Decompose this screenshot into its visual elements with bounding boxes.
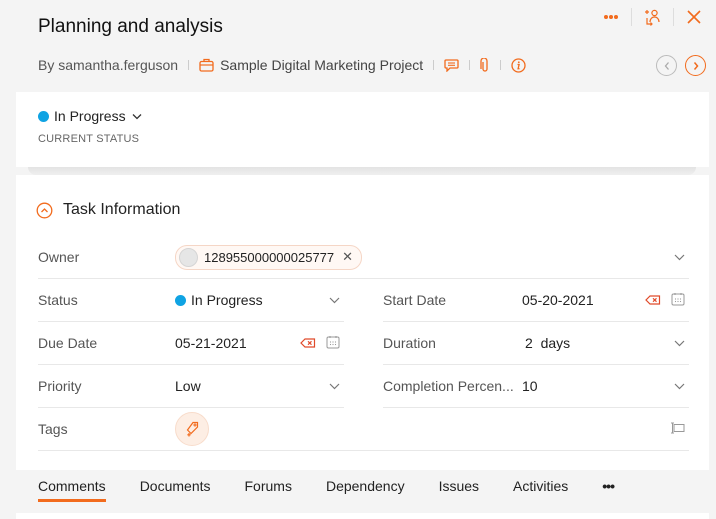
chevron-down-icon [673,251,685,263]
priority-field: Priority Low [38,365,344,408]
priority-value[interactable]: Low [175,378,201,394]
tab-issues[interactable]: Issues [439,478,479,500]
completion-dropdown[interactable] [673,380,685,392]
avatar [179,247,198,267]
status-dot [175,294,186,306]
owner-field: Owner 128955000000025777 ✕ [38,236,689,279]
duration-value[interactable]: 2 days [525,335,570,351]
chevron-down-icon [673,380,685,392]
status-text: In Progress [191,292,263,308]
priority-label: Priority [38,378,82,394]
section-header[interactable]: Task Information [36,201,180,219]
top-actions [603,8,702,26]
chevron-down-icon [673,337,685,349]
start-date-actions [645,292,685,309]
due-date-label: Due Date [38,335,98,351]
tags-edit[interactable] [669,421,685,437]
divider [673,8,674,26]
calendar-icon[interactable] [326,335,340,352]
remove-owner-icon[interactable]: ✕ [342,249,353,265]
current-status-value: In Progress [54,108,126,124]
due-date-actions [300,335,340,352]
status-label: Status [38,292,78,308]
more-icon[interactable] [603,14,619,20]
due-date-field: Due Date 05-21-2021 [38,322,344,365]
card-shadow [28,167,696,175]
owner-chip[interactable]: 128955000000025777 ✕ [175,244,363,270]
completion-label: Completion Percen... [383,378,514,394]
collapse-icon[interactable] [36,202,53,219]
tab-documents[interactable]: Documents [140,478,211,500]
tag-icon [175,412,209,446]
start-date-field: Start Date 05-20-2021 [383,279,689,322]
tab-content-panel [16,513,709,519]
tab-activities[interactable]: Activities [513,478,568,500]
separator [500,60,502,70]
start-date-label: Start Date [383,292,447,308]
info-icon[interactable] [511,57,526,73]
calendar-icon[interactable] [671,292,685,309]
author-label: By samantha.ferguson [38,57,179,73]
task-information-section: Task Information Owner 12895500000002577… [16,175,709,470]
detail-tabs: Comments Documents Forums Dependency Iss… [38,478,648,502]
clear-date-icon[interactable] [645,292,661,308]
project-link[interactable]: Sample Digital Marketing Project [199,57,423,73]
status-card: In Progress CURRENT STATUS [16,92,709,167]
current-status-dropdown[interactable]: In Progress [38,108,143,124]
duration-field: Duration 2 days [383,322,689,365]
add-tag-button[interactable] [175,412,209,446]
due-date-value[interactable]: 05-21-2021 [175,335,247,351]
record-navigation [656,55,706,76]
owner-dropdown[interactable] [673,251,685,263]
tags-field: Tags [38,408,689,451]
status-dropdown[interactable] [328,294,340,306]
tab-more[interactable]: ••• [602,478,615,500]
next-icon[interactable] [685,55,706,76]
owner-label: Owner [38,249,80,265]
chevron-down-icon [328,380,340,392]
prev-icon[interactable] [656,55,677,76]
text-field-icon [669,421,685,437]
status-dot [38,110,49,122]
owner-value[interactable]: 128955000000025777 ✕ [175,244,363,270]
separator [469,60,471,70]
close-icon[interactable] [686,9,702,25]
chevron-down-icon [131,110,143,122]
task-header: Planning and analysis By samantha.fergus… [0,0,716,92]
status-field: Status In Progress [38,279,344,322]
briefcase-icon [199,58,214,72]
owner-id: 128955000000025777 [204,249,335,265]
tags-label: Tags [38,421,68,437]
tab-forums[interactable]: Forums [245,478,292,500]
clear-date-icon[interactable] [300,335,316,351]
start-date-value[interactable]: 05-20-2021 [522,292,594,308]
follow-user-icon[interactable] [644,9,661,26]
duration-dropdown[interactable] [673,337,685,349]
priority-dropdown[interactable] [328,380,340,392]
task-meta: By samantha.ferguson Sample Digital Mark… [38,57,526,73]
task-title: Planning and analysis [38,16,223,37]
status-value[interactable]: In Progress [175,292,263,308]
separator [433,60,435,70]
duration-label: Duration [383,335,436,351]
section-title: Task Information [63,201,181,218]
tab-comments[interactable]: Comments [38,478,106,502]
project-name: Sample Digital Marketing Project [220,57,424,73]
completion-value[interactable]: 10 [522,378,538,394]
completion-percentage-field: Completion Percen... 10 [383,365,689,408]
comment-icon[interactable] [444,58,459,72]
divider [631,8,632,26]
current-status-caption: CURRENT STATUS [38,133,140,145]
separator [188,60,190,70]
chevron-down-icon [328,294,340,306]
tab-dependency[interactable]: Dependency [326,478,405,500]
attachment-icon[interactable] [480,57,490,73]
